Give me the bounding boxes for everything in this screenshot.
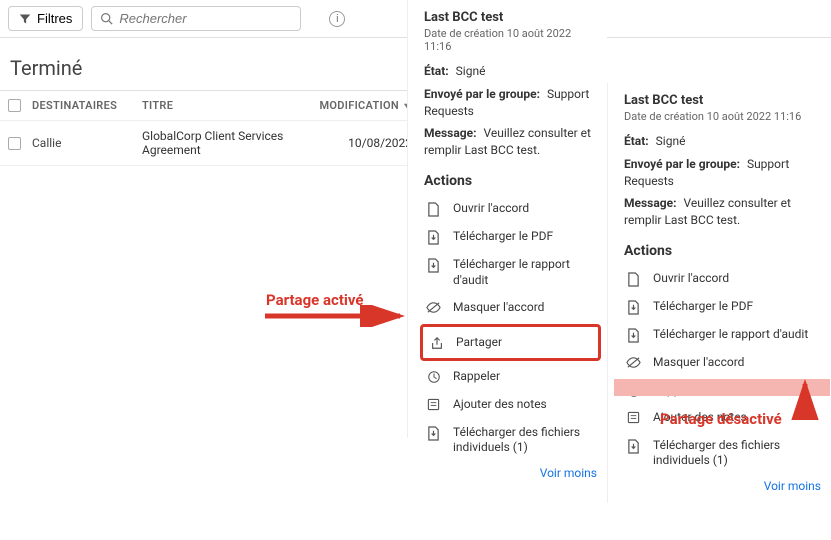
filters-button[interactable]: Filtres bbox=[8, 6, 83, 31]
status-value: Signé bbox=[456, 64, 486, 78]
group-label: Envoyé par le groupe bbox=[624, 157, 740, 171]
search-icon bbox=[100, 12, 113, 25]
download-pdf-icon bbox=[626, 300, 641, 315]
action-hide-label: Masquer l'accord bbox=[653, 355, 819, 371]
select-all-checkbox[interactable] bbox=[8, 99, 21, 112]
panel-message: Message Veuillez consulter et remplir La… bbox=[424, 125, 597, 159]
action-download-audit-label: Télécharger le rapport d'audit bbox=[453, 257, 595, 288]
created-value: 10 août 2022 11:16 bbox=[707, 110, 802, 123]
funnel-icon bbox=[19, 13, 31, 25]
panel-message: Message Veuillez consulter et remplir La… bbox=[624, 195, 821, 229]
action-hide[interactable]: Masquer l'accord bbox=[424, 294, 597, 322]
action-download-pdf[interactable]: Télécharger le PDF bbox=[424, 223, 597, 251]
table-row[interactable]: Callie GlobalCorp Client Services Agreem… bbox=[0, 121, 407, 166]
see-less-link[interactable]: Voir moins bbox=[424, 462, 597, 480]
search-input[interactable] bbox=[119, 11, 292, 26]
search-field-wrap[interactable] bbox=[91, 6, 301, 31]
action-open[interactable]: Ouvrir l'accord bbox=[624, 265, 821, 293]
panel-group: Envoyé par le groupe Support Requests bbox=[424, 86, 597, 120]
panel-status: État Signé bbox=[624, 133, 821, 150]
action-notes-label: Ajouter des notes bbox=[653, 410, 819, 426]
action-share-label: Partager bbox=[456, 335, 592, 351]
details-panel-enabled: Last BCC test Date de création 10 août 2… bbox=[407, 0, 607, 438]
action-download-audit[interactable]: Télécharger le rapport d'audit bbox=[624, 321, 821, 349]
panel-status: État Signé bbox=[424, 63, 597, 80]
actions-heading: Actions bbox=[424, 173, 597, 189]
panel-group: Envoyé par le groupe Support Requests bbox=[624, 156, 821, 190]
download-files-icon bbox=[626, 439, 641, 454]
panel-title: Last BCC test bbox=[624, 93, 821, 108]
action-download-audit[interactable]: Télécharger le rapport d'audit bbox=[424, 251, 597, 294]
action-hide[interactable]: Masquer l'accord bbox=[624, 349, 821, 377]
col-title[interactable]: TITRE bbox=[142, 99, 312, 112]
action-download-files[interactable]: Télécharger des fichiers individuels (1) bbox=[424, 419, 597, 462]
notes-icon bbox=[626, 411, 641, 424]
action-open-label: Ouvrir l'accord bbox=[653, 271, 819, 287]
action-download-pdf-label: Télécharger le PDF bbox=[653, 299, 819, 315]
filters-label: Filtres bbox=[37, 11, 72, 26]
action-notes[interactable]: Ajouter des notes bbox=[424, 391, 597, 419]
message-label: Message bbox=[624, 196, 676, 210]
download-audit-icon bbox=[426, 258, 441, 273]
message-label: Message bbox=[424, 126, 476, 140]
agreements-table: DESTINATAIRES TITRE MODIFICATION Callie … bbox=[0, 90, 407, 166]
table-header-row: DESTINATAIRES TITRE MODIFICATION bbox=[0, 91, 407, 121]
notes-icon bbox=[426, 398, 441, 411]
col-recipients[interactable]: DESTINATAIRES bbox=[32, 99, 142, 112]
share-missing-highlight bbox=[614, 379, 830, 396]
document-icon bbox=[626, 272, 641, 287]
action-download-pdf[interactable]: Télécharger le PDF bbox=[624, 293, 821, 321]
see-less-link[interactable]: Voir moins bbox=[624, 475, 821, 493]
action-share-highlighted[interactable]: Partager bbox=[420, 324, 601, 362]
clock-icon bbox=[426, 370, 441, 384]
action-download-pdf-label: Télécharger le PDF bbox=[453, 229, 595, 245]
eye-off-icon bbox=[426, 301, 441, 314]
eye-off-icon bbox=[626, 356, 641, 369]
panel-title: Last BCC test bbox=[424, 10, 597, 25]
info-icon[interactable]: i bbox=[329, 11, 345, 27]
download-files-icon bbox=[426, 426, 441, 441]
actions-heading: Actions bbox=[624, 243, 821, 259]
status-value: Signé bbox=[656, 134, 686, 148]
group-label: Envoyé par le groupe bbox=[424, 87, 540, 101]
document-icon bbox=[426, 202, 441, 217]
created-label: Date de création bbox=[424, 27, 504, 40]
annotation-enabled: Partage activé bbox=[266, 291, 363, 309]
action-hide-label: Masquer l'accord bbox=[453, 300, 595, 316]
action-download-files-label: Télécharger des fichiers individuels (1) bbox=[453, 425, 595, 456]
download-pdf-icon bbox=[426, 230, 441, 245]
action-download-files-label: Télécharger des fichiers individuels (1) bbox=[653, 438, 819, 469]
action-remind-label: Rappeler bbox=[453, 369, 595, 385]
action-open[interactable]: Ouvrir l'accord bbox=[424, 195, 597, 223]
col-modified[interactable]: MODIFICATION bbox=[312, 99, 412, 112]
action-notes[interactable]: Ajouter des notes bbox=[624, 404, 821, 432]
col-modified-label: MODIFICATION bbox=[319, 99, 399, 112]
cell-title: GlobalCorp Client Services Agreement bbox=[142, 129, 312, 157]
action-remind[interactable]: Rappeler bbox=[424, 363, 597, 391]
panel-created: Date de création 10 août 2022 11:16 bbox=[624, 110, 821, 123]
action-download-audit-label: Télécharger le rapport d'audit bbox=[653, 327, 819, 343]
cell-recipient: Callie bbox=[32, 136, 142, 150]
action-download-files[interactable]: Télécharger des fichiers individuels (1) bbox=[624, 432, 821, 475]
row-checkbox[interactable] bbox=[8, 137, 21, 150]
action-open-label: Ouvrir l'accord bbox=[453, 201, 595, 217]
created-label: Date de création bbox=[624, 110, 704, 123]
panel-created: Date de création 10 août 2022 11:16 bbox=[424, 27, 597, 53]
share-icon bbox=[429, 336, 444, 350]
details-panel-disabled: Last BCC test Date de création 10 août 2… bbox=[607, 83, 831, 503]
arrow-enabled-icon bbox=[260, 305, 410, 327]
status-label: État bbox=[424, 64, 449, 78]
status-label: État bbox=[624, 134, 649, 148]
cell-date: 10/08/2022 bbox=[312, 136, 412, 150]
download-audit-icon bbox=[626, 328, 641, 343]
action-notes-label: Ajouter des notes bbox=[453, 397, 595, 413]
